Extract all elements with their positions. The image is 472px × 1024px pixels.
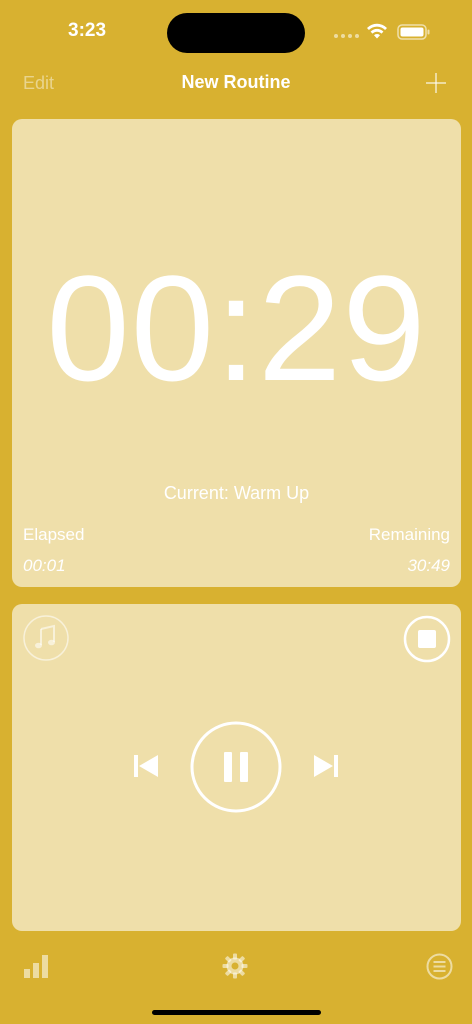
bar-chart-icon[interactable] bbox=[23, 953, 49, 979]
skip-forward-icon bbox=[314, 755, 338, 777]
dynamic-island bbox=[167, 13, 305, 53]
pause-icon bbox=[190, 721, 282, 813]
current-step-label: Current: Warm Up bbox=[163, 483, 310, 503]
remaining-label: Remaining bbox=[368, 525, 450, 544]
plus-icon[interactable] bbox=[425, 72, 447, 94]
page-title: New Routine bbox=[181, 72, 291, 92]
wifi-icon bbox=[365, 22, 389, 40]
timer-display: 00:29 bbox=[46, 244, 427, 412]
stop-icon bbox=[403, 615, 451, 663]
elapsed-value: 00:01 bbox=[23, 556, 66, 575]
music-note-icon[interactable] bbox=[23, 615, 69, 661]
pause-button[interactable] bbox=[190, 721, 282, 813]
gear-icon[interactable] bbox=[222, 953, 248, 979]
list-icon[interactable] bbox=[426, 953, 453, 980]
player-card bbox=[12, 604, 461, 931]
signal-icon bbox=[334, 34, 359, 38]
skip-back-button[interactable] bbox=[132, 752, 160, 780]
home-indicator bbox=[152, 1010, 321, 1015]
elapsed-label: Elapsed bbox=[23, 525, 85, 544]
battery-icon bbox=[397, 23, 431, 41]
remaining-value: 30:49 bbox=[407, 556, 450, 575]
skip-back-icon bbox=[134, 755, 158, 777]
timer-card: 00:29 Current: Warm Up Elapsed Remaining… bbox=[12, 119, 461, 587]
status-time: 3:23 bbox=[68, 20, 107, 41]
stop-button[interactable] bbox=[403, 615, 451, 663]
skip-forward-button[interactable] bbox=[312, 752, 340, 780]
